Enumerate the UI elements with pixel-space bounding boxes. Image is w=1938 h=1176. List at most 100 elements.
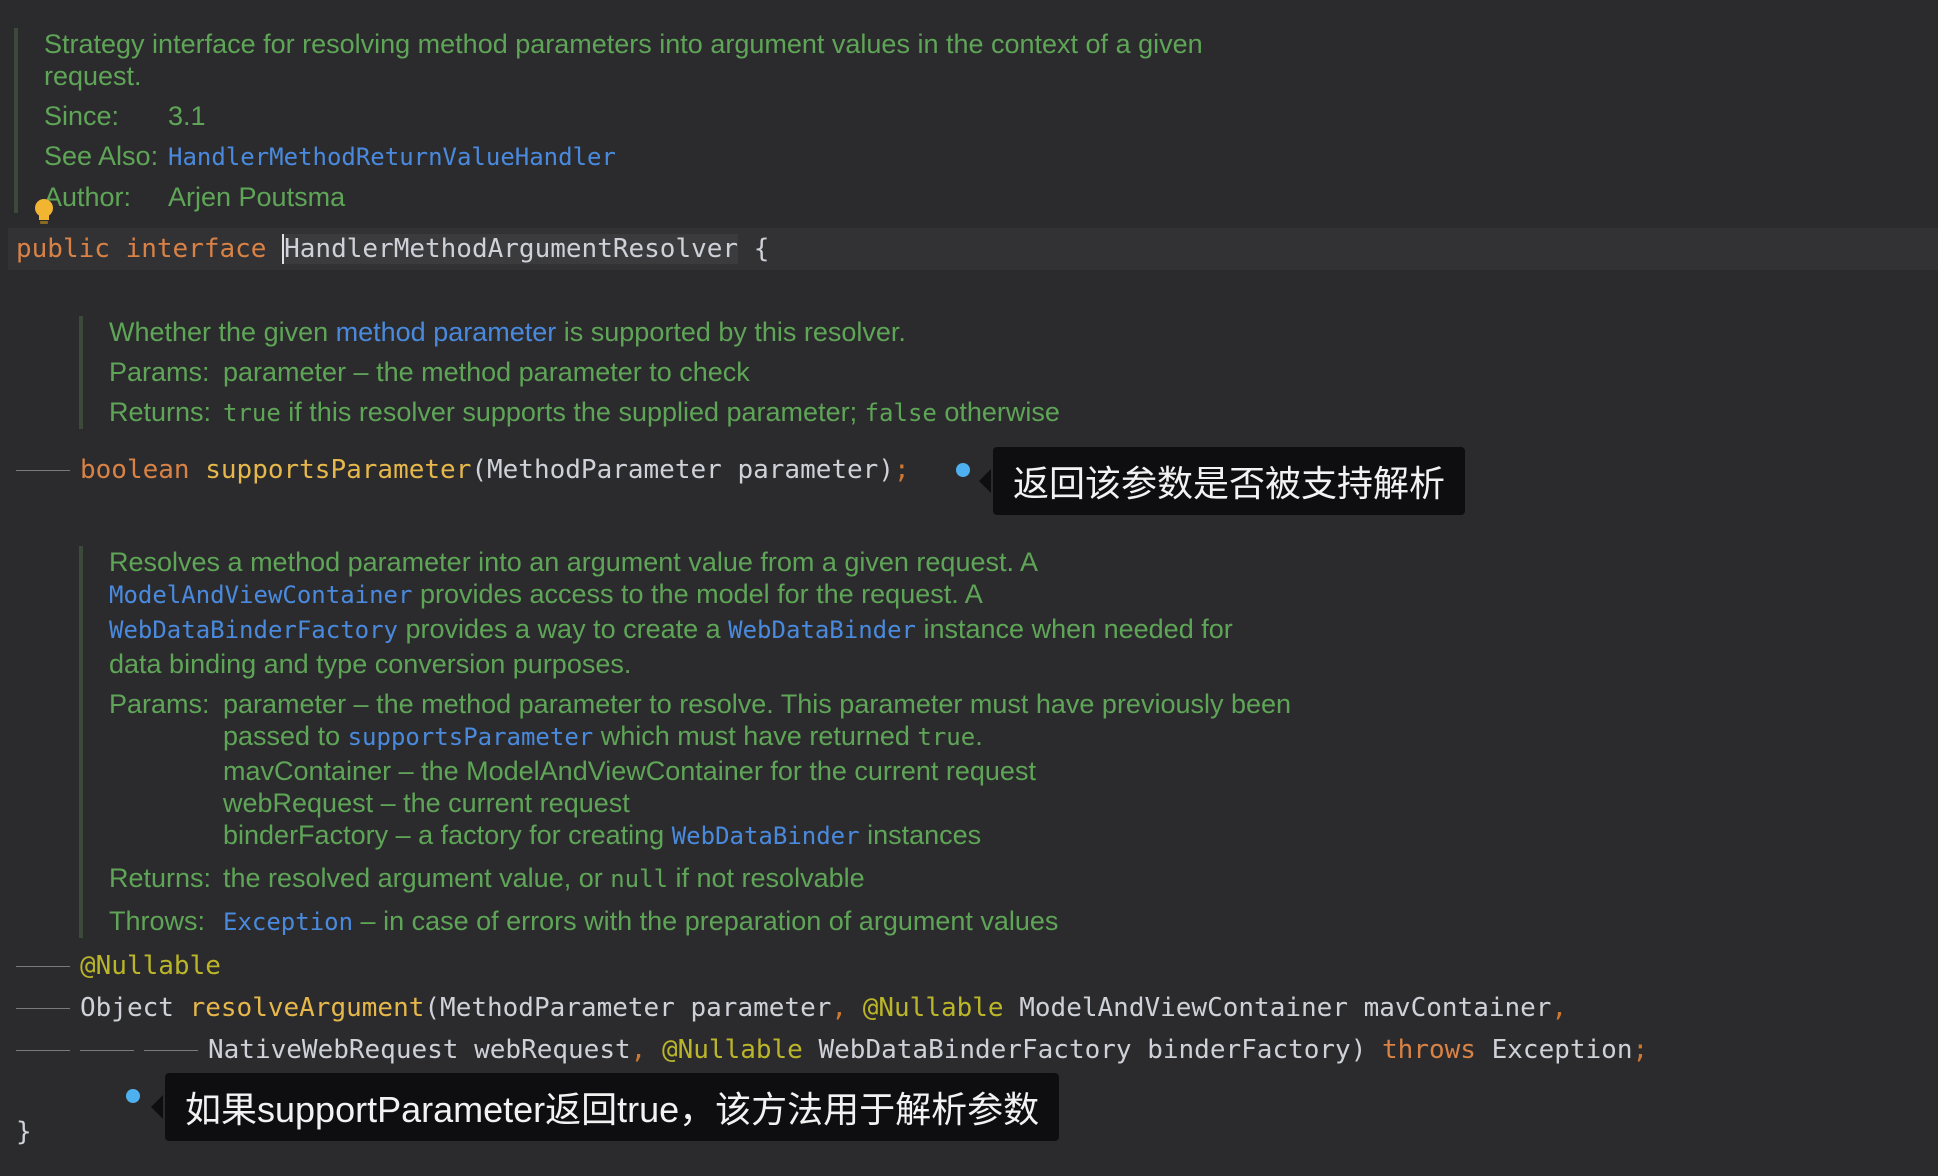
javadoc-line: data binding and type conversion purpose… (109, 649, 632, 679)
comma: , (1551, 993, 1568, 1023)
params-label: Params: (109, 689, 210, 719)
see-also-link[interactable]: HandlerMethodReturnValueHandler (168, 143, 616, 171)
semicolon: ; (893, 455, 910, 485)
indent-guide (16, 1050, 70, 1051)
returns-text: the resolved argument value, or (223, 863, 611, 893)
params-row: Params: parameter – the method parameter … (109, 688, 1409, 720)
return-type: Object (80, 993, 174, 1023)
params-value: parameter – the method parameter to chec… (223, 357, 750, 387)
interface-declaration[interactable]: public interface HandlerMethodArgumentRe… (16, 232, 769, 266)
returns-label: Returns: (109, 863, 212, 893)
param-text: passed to (223, 721, 348, 751)
javadoc-summary: Whether the given method parameter is su… (109, 316, 1409, 348)
param-binder-factory: binderFactory – a factory for creating W… (109, 819, 1409, 852)
javadoc-text: provides a way to create a (397, 614, 729, 644)
param-text: which must have returned (593, 721, 918, 751)
nullable-annotation: @Nullable (80, 949, 221, 983)
throws-text: – in case of errors with the preparation… (353, 906, 1059, 936)
javadoc-summary-cont: request. (44, 61, 142, 91)
type-boolean: boolean (80, 455, 190, 485)
throws-row: Throws: Exception – in case of errors wit… (109, 905, 1409, 938)
resolve-argument-declaration[interactable]: Object resolveArgument(MethodParameter p… (80, 991, 1567, 1025)
exception-type: Exception (1475, 1035, 1633, 1065)
indent-guide (16, 966, 70, 967)
since-label: Since: (44, 101, 120, 131)
method-args: (MethodParameter parameter) (471, 455, 894, 485)
indent-guide (144, 1050, 198, 1051)
param-parameter: parameter – the method parameter to reso… (223, 689, 1292, 719)
lightbulb-icon[interactable] (33, 198, 55, 226)
comma: , (831, 993, 848, 1023)
param-text: instances (859, 820, 982, 850)
comma: , (630, 1035, 647, 1065)
returns-text-end: if not resolvable (668, 863, 865, 893)
params-row: Params: parameter – the method parameter … (109, 356, 1409, 388)
params-label: Params: (109, 357, 210, 387)
param-text: binderFactory – a factory for creating (223, 820, 672, 850)
param-text: . (975, 721, 983, 751)
web-data-binder-factory-link[interactable]: WebDataBinderFactory (109, 616, 398, 644)
author-row: Author: Arjen Poutsma (44, 181, 1344, 213)
method-name[interactable]: supportsParameter (205, 455, 471, 485)
supports-parameter-javadoc: Whether the given method parameter is su… (79, 316, 1409, 429)
semicolon: ; (1632, 1035, 1649, 1065)
throws-label: Throws: (109, 906, 206, 936)
method-args: ModelAndViewContainer mavContainer (1003, 993, 1552, 1023)
method-parameter-link[interactable]: method parameter (336, 317, 557, 347)
keyword-throws: throws (1382, 1035, 1476, 1065)
interface-name[interactable]: HandlerMethodArgumentResolver (282, 234, 739, 264)
resolve-argument-javadoc: Resolves a method parameter into an argu… (79, 546, 1409, 938)
method-name[interactable]: resolveArgument (190, 993, 425, 1023)
supports-parameter-link[interactable]: supportsParameter (348, 723, 594, 751)
see-also-row: See Also: HandlerMethodReturnValueHandler (44, 140, 1344, 173)
model-and-view-container-link[interactable]: ModelAndViewContainer (109, 581, 412, 609)
returns-label: Returns: (109, 397, 212, 427)
javadoc-line: WebDataBinderFactory provides a way to c… (109, 613, 1409, 646)
javadoc-summary: Strategy interface for resolving method … (44, 29, 1203, 59)
author-label: Author: (44, 182, 132, 212)
web-data-binder-link[interactable]: WebDataBinder (672, 822, 860, 850)
returns-row: Returns: true if this resolver supports t… (109, 396, 1409, 429)
returns-false: false (864, 399, 937, 427)
param-cont: passed to supportsParameter which must h… (109, 720, 1409, 753)
summary-text: Whether the given (109, 317, 336, 347)
indent-guide (16, 470, 70, 471)
exception-link[interactable]: Exception (223, 908, 353, 936)
editor-gutter (0, 0, 8, 1176)
returns-row: Returns: the resolved argument value, or … (109, 862, 1409, 895)
since-row: Since: 3.1 (44, 100, 1344, 132)
method-args: WebDataBinderFactory binderFactory) (802, 1035, 1367, 1065)
brace-close: } (16, 1117, 32, 1147)
brace-open: { (753, 234, 770, 264)
annotation-note: 如果supportParameter返回true，该方法用于解析参数 (150, 1073, 1060, 1141)
annotation-dot-icon[interactable] (956, 463, 970, 477)
annotation-dot-icon[interactable] (126, 1089, 140, 1103)
resolve-argument-continuation[interactable]: NativeWebRequest webRequest, @Nullable W… (208, 1033, 1648, 1067)
annotation-nullable: @Nullable (80, 951, 221, 981)
annotation-nullable: @Nullable (862, 993, 1004, 1023)
returns-true: true (223, 399, 281, 427)
javadoc-line: Resolves a method parameter into an argu… (109, 547, 1039, 577)
interface-javadoc: Strategy interface for resolving method … (14, 28, 1344, 213)
keyword-public: public (16, 234, 110, 264)
summary-text-end: is supported by this resolver. (556, 317, 906, 347)
param-web-request: webRequest – the current request (223, 788, 630, 818)
web-data-binder-link[interactable]: WebDataBinder (728, 616, 916, 644)
keyword-interface: interface (125, 234, 267, 264)
annotation-note: 返回该参数是否被支持解析 (978, 447, 1466, 515)
returns-text-end: otherwise (936, 397, 1060, 427)
method-args: (MethodParameter parameter (424, 993, 832, 1023)
javadoc-text: provides access to the model for the req… (412, 579, 983, 609)
annotation-nullable: @Nullable (661, 1035, 803, 1065)
indent-guide (16, 1008, 70, 1009)
javadoc-line: ModelAndViewContainer provides access to… (109, 578, 1409, 611)
returns-text: if this resolver supports the supplied p… (280, 397, 865, 427)
param-true: true (917, 723, 976, 751)
indent-guide (80, 1050, 134, 1051)
param-mav-container: mavContainer – the ModelAndViewContainer… (223, 756, 1036, 786)
author-value: Arjen Poutsma (168, 182, 346, 212)
javadoc-text: instance when needed for (916, 614, 1233, 644)
see-also-label: See Also: (44, 141, 159, 171)
returns-null: null (610, 865, 669, 893)
supports-parameter-declaration[interactable]: boolean supportsParameter(MethodParamete… (80, 453, 910, 487)
